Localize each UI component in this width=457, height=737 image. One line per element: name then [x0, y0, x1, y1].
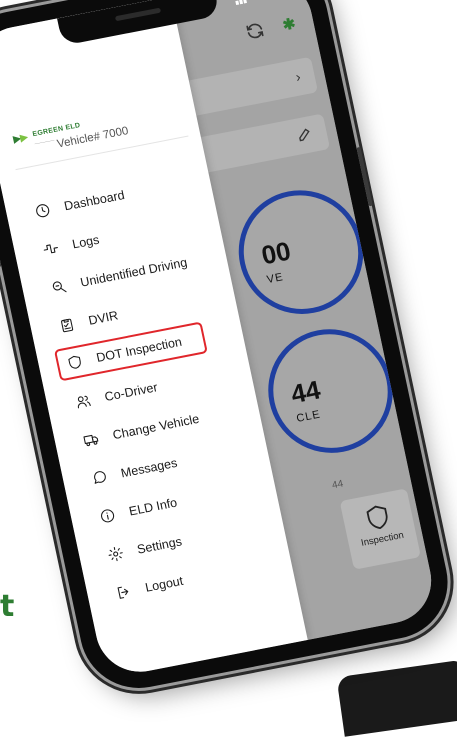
shield-icon — [366, 505, 388, 530]
menu-item-label: Co-Driver — [103, 379, 159, 404]
bluetooth-icon[interactable]: ✱ — [281, 14, 297, 34]
speaker — [114, 7, 162, 22]
clipboard-icon — [60, 318, 74, 332]
sync-icon[interactable] — [243, 19, 267, 42]
chevron-right-icon: › — [294, 68, 303, 85]
menu-item-label: Dashboard — [62, 187, 126, 213]
users-icon — [77, 395, 91, 408]
shield-icon — [68, 355, 81, 369]
logo-mark-icon — [12, 131, 30, 144]
logs-icon — [43, 243, 58, 253]
chat-icon — [93, 470, 106, 484]
gear-icon — [108, 546, 123, 561]
menu-item-label: DVIR — [87, 307, 120, 328]
vehicle-card[interactable]: › — [182, 56, 319, 117]
pencil-icon[interactable] — [295, 125, 314, 144]
menu-item-label: Messages — [119, 455, 179, 480]
truck-icon — [83, 434, 99, 446]
menu-item-label: DOT Inspection — [95, 334, 184, 365]
menu-item-label: Logout — [143, 573, 185, 595]
info-icon — [100, 508, 115, 522]
phone-mockup: ≋ ✱ › 00 VE 44 — [0, 0, 457, 698]
inspection-tab[interactable]: Inspection — [339, 488, 421, 570]
app-top-icons: ✱ — [243, 13, 297, 42]
background-partial-text: t — [0, 589, 15, 624]
clock-icon — [36, 203, 50, 217]
menu-item-label: Logs — [70, 232, 101, 252]
menu-item-label: Change Vehicle — [111, 411, 201, 442]
cycle-gauge-value: 44 — [288, 374, 323, 410]
logout-icon — [117, 586, 129, 599]
edit-card[interactable] — [194, 113, 331, 174]
faint-value: 44 — [331, 478, 345, 492]
menu-item-label: ELD Info — [127, 495, 179, 519]
drive-gauge-label: VE — [265, 271, 285, 287]
second-phone-edge — [336, 659, 457, 737]
inspection-tab-label: Inspection — [360, 529, 405, 549]
drive-gauge-value: 00 — [258, 235, 294, 271]
cycle-gauge-label: CLE — [295, 408, 322, 425]
menu-item-label: Settings — [135, 533, 183, 557]
phone-screen: ≋ ✱ › 00 VE 44 — [0, 0, 440, 680]
magnifier-icon — [52, 280, 67, 292]
